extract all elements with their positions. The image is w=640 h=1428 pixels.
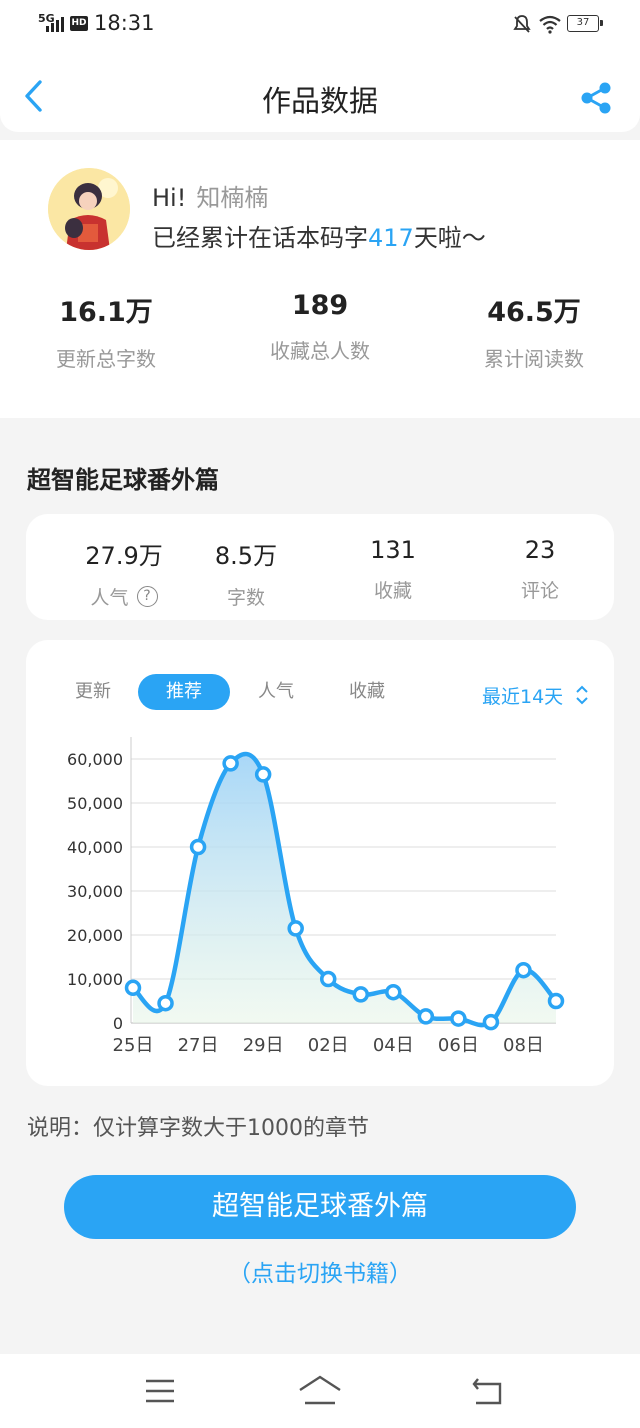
back-icon[interactable]: [470, 1376, 506, 1406]
stat-value: 46.5万: [487, 297, 581, 328]
stat-label: 累计阅读数: [484, 347, 584, 371]
x-tick-label: 29日: [243, 1035, 284, 1056]
signal-icon: [46, 16, 66, 32]
word-count-stat: 8.5万 字数: [176, 536, 316, 610]
chart-card: 更新 推荐 人气 收藏 最近14天 0 10,000 20,000 30,000 40,…: [26, 640, 614, 1086]
total-reads-stat: 46.5万 累计阅读数: [434, 290, 634, 372]
data-point: [352, 986, 370, 1003]
book-stats-card: 27.9万 人气? 8.5万 字数 131 收藏 23 评论: [26, 514, 614, 620]
switch-book-link[interactable]: （点击切换书籍）: [0, 1254, 640, 1288]
total-favorites-stat: 189 收藏总人数: [220, 290, 420, 364]
stat-value: 131: [370, 536, 416, 564]
home-icon[interactable]: [297, 1374, 343, 1406]
y-tick-label: 0: [113, 1014, 123, 1033]
x-tick-label: 27日: [178, 1035, 219, 1056]
wifi-icon: [539, 15, 561, 34]
favorites-stat: 131 收藏: [323, 536, 463, 603]
stat-value: 23: [524, 536, 556, 564]
greeting-line: Hi! 知楠楠: [152, 178, 268, 213]
data-point: [222, 755, 239, 772]
days-prefix: 已经累计在话本码字: [152, 224, 368, 252]
y-tick-label: 30,000: [67, 882, 123, 901]
book-switch-button[interactable]: 超智能足球番外篇: [64, 1175, 576, 1239]
data-point: [189, 838, 207, 856]
data-point: [319, 970, 337, 988]
y-tick-label: 10,000: [67, 970, 123, 989]
popularity-stat: 27.9万 人气?: [54, 536, 194, 610]
data-point: [547, 992, 565, 1010]
comments-stat: 23 评论: [470, 536, 610, 603]
stat-label: 字数: [226, 587, 265, 609]
menu-icon[interactable]: [144, 1378, 176, 1404]
stat-value: 27.9万: [85, 542, 163, 570]
data-point: [515, 961, 532, 979]
data-point: [450, 1010, 467, 1027]
data-point: [157, 994, 174, 1012]
data-point: [124, 979, 142, 997]
hd-badge: HD: [70, 16, 88, 31]
data-point: [417, 1008, 435, 1025]
stat-label: 收藏: [373, 580, 412, 602]
greeting-text: Hi!: [152, 184, 187, 212]
total-words-stat: 16.1万 更新总字数: [6, 290, 206, 372]
y-tick-label: 20,000: [67, 926, 123, 945]
help-icon[interactable]: ?: [136, 586, 158, 607]
stat-label: 收藏总人数: [270, 339, 370, 363]
mute-bell-icon: [513, 15, 531, 33]
writing-days-line: 已经累计在话本码字417天啦～: [152, 218, 486, 253]
series-area: [133, 753, 556, 1026]
battery-icon: 37: [567, 15, 603, 32]
status-bar: 5G HD 18:31 37: [0, 0, 640, 50]
nav-bar: 作品数据: [0, 50, 640, 132]
stat-value: 8.5万: [214, 542, 278, 570]
data-point: [482, 1013, 500, 1031]
page-title: 作品数据: [261, 84, 378, 118]
avatar[interactable]: [48, 168, 130, 250]
profile-section: Hi! 知楠楠 已经累计在话本码字417天啦～ 16.1万 更新总字数 189 收…: [0, 140, 640, 418]
data-point: [385, 983, 402, 1001]
share-icon[interactable]: [578, 80, 614, 116]
system-nav-bar: [0, 1354, 640, 1428]
chart-note: 说明：仅计算字数大于1000的章节: [27, 1116, 369, 1141]
stat-label: 评论: [520, 580, 559, 602]
y-tick-label: 60,000: [67, 750, 123, 769]
x-tick-label: 02日: [308, 1035, 349, 1056]
user-name: 知楠楠: [196, 184, 269, 212]
days-suffix: 天啦～: [413, 224, 486, 252]
recommend-chart: 0 10,000 20,000 30,000 40,000 50,000 60,000 25日…: [67, 737, 565, 1056]
x-tick-label: 06日: [438, 1035, 479, 1056]
avatar-illustration: [48, 168, 130, 250]
x-tick-label: 08日: [503, 1035, 544, 1056]
stat-value: 189: [291, 290, 349, 321]
y-tick-label: 50,000: [67, 794, 123, 813]
stat-label: 更新总字数: [56, 347, 156, 371]
y-tick-label: 40,000: [67, 838, 123, 857]
stat-label: 人气: [90, 587, 129, 609]
data-point: [287, 920, 304, 937]
stat-value: 16.1万: [59, 297, 153, 328]
days-count: 417: [368, 224, 414, 252]
x-tick-label: 04日: [373, 1035, 414, 1056]
x-tick-label: 25日: [113, 1035, 154, 1056]
status-time: 18:31: [94, 11, 155, 35]
book-title: 超智能足球番外篇: [27, 466, 219, 494]
data-point: [254, 766, 272, 783]
